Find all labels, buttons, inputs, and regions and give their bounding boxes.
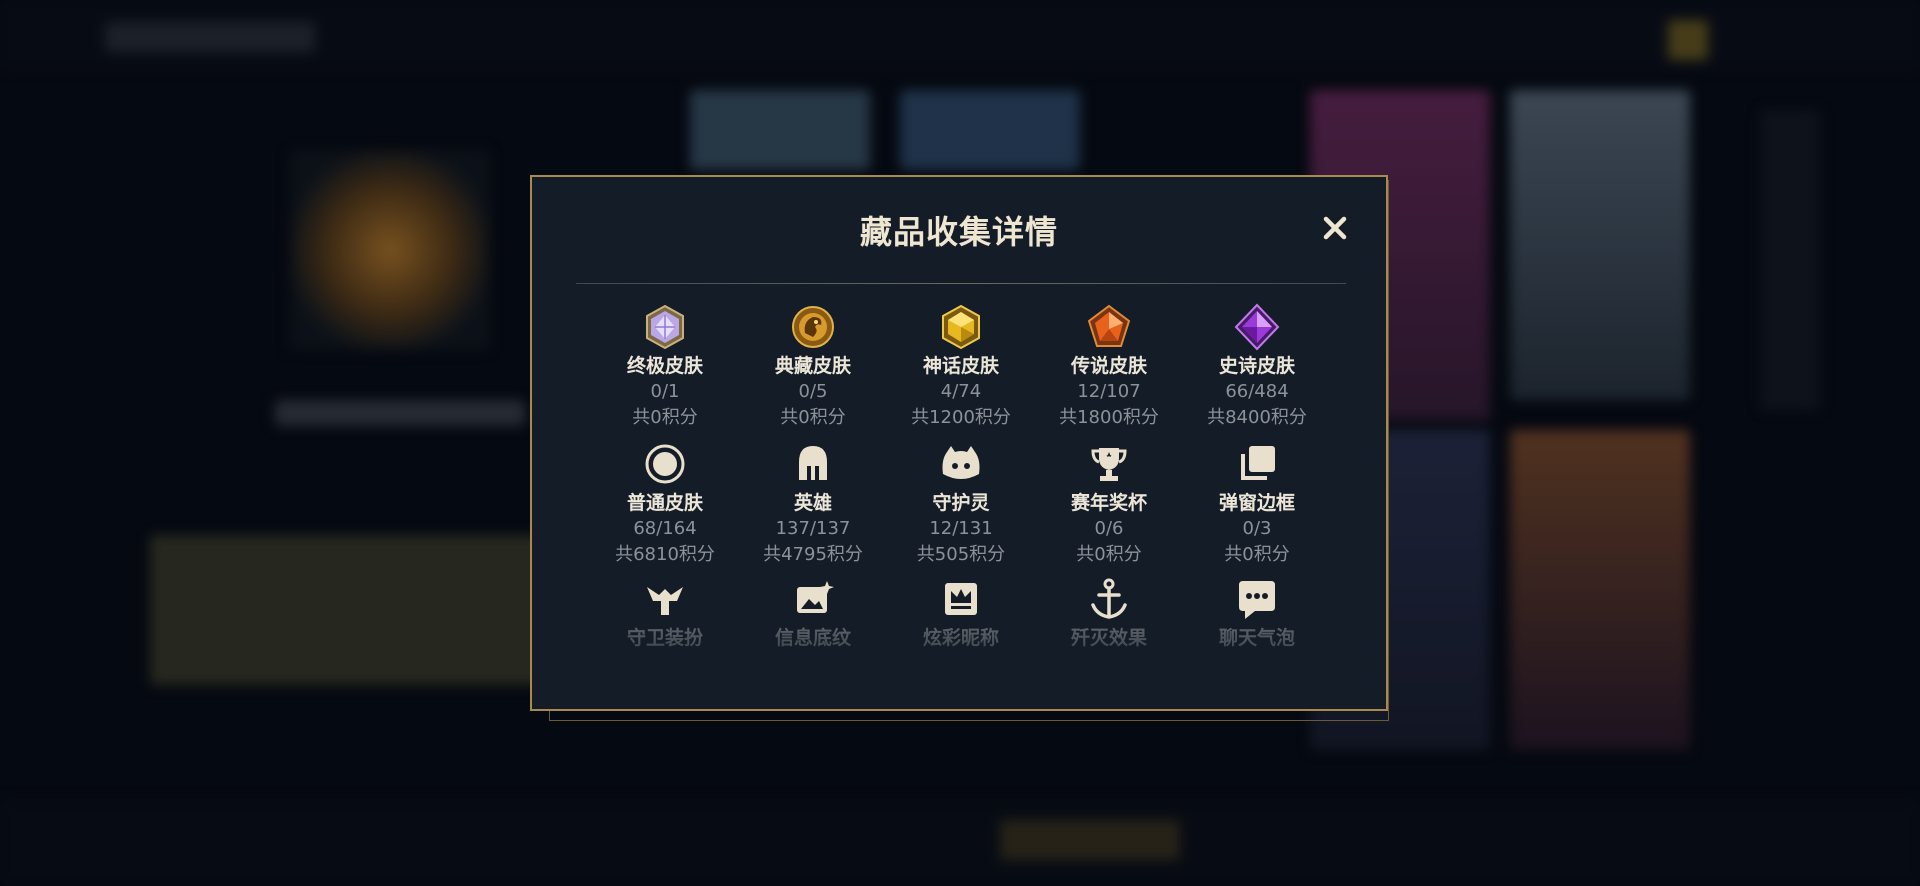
legendary-skin-icon [1085, 303, 1133, 351]
common-skin-icon [641, 440, 689, 488]
collection-item-ultimate[interactable]: 终极皮肤 0/1 共0积分 [591, 303, 739, 431]
collection-item-chat-bubble[interactable]: 聊天气泡 [1183, 575, 1331, 651]
item-label: 终极皮肤 [626, 355, 703, 377]
item-label: 守护灵 [932, 492, 990, 514]
item-label: 普通皮肤 [626, 492, 703, 514]
ultimate-skin-icon [641, 303, 689, 351]
nickname-crown-icon [937, 575, 985, 623]
champion-helmet-icon [789, 440, 837, 488]
item-label: 炫彩昵称 [922, 627, 999, 649]
close-button[interactable] [1318, 211, 1352, 245]
item-count: 4/74 [940, 381, 982, 402]
item-points: 共8400积分 [1207, 407, 1307, 428]
collection-grid: 终极皮肤 0/1 共0积分 典藏皮肤 0/5 共0积分 神话皮肤 4/74 共1… [591, 303, 1331, 703]
collection-item-nickname[interactable]: 炫彩昵称 [887, 575, 1035, 651]
item-label: 信息底纹 [774, 627, 851, 649]
collection-item-guardian[interactable]: 守护灵 12/131 共505积分 [887, 440, 1035, 568]
item-points: 共6810积分 [615, 544, 715, 565]
close-icon [1323, 216, 1347, 240]
item-label: 神话皮肤 [922, 355, 999, 377]
collection-details-modal: 藏品收集详情 终极皮肤 0/1 共0积分 典藏皮肤 0/5 共0积分 神话皮肤 … [530, 175, 1388, 711]
item-count: 66/484 [1225, 381, 1289, 402]
item-count: 12/131 [929, 518, 993, 539]
item-label: 传说皮肤 [1070, 355, 1147, 377]
item-points: 共0积分 [1076, 544, 1142, 565]
item-label: 史诗皮肤 [1218, 355, 1295, 377]
collection-item-mythic[interactable]: 神话皮肤 4/74 共1200积分 [887, 303, 1035, 431]
item-label: 英雄 [793, 492, 832, 514]
item-count: 0/1 [650, 381, 680, 402]
collection-item-info-card[interactable]: 信息底纹 [739, 575, 887, 651]
item-points: 共0积分 [1224, 544, 1290, 565]
item-label: 弹窗边框 [1218, 492, 1295, 514]
item-label: 赛年奖杯 [1070, 492, 1147, 514]
item-count: 0/3 [1242, 518, 1272, 539]
item-points: 共4795积分 [763, 544, 863, 565]
collection-item-epic[interactable]: 史诗皮肤 66/484 共8400积分 [1183, 303, 1331, 431]
collection-item-ace-effect[interactable]: 歼灭效果 [1035, 575, 1183, 651]
item-count: 68/164 [633, 518, 697, 539]
info-card-icon [789, 575, 837, 623]
collection-item-champion[interactable]: 英雄 137/137 共4795积分 [739, 440, 887, 568]
item-count: 0/5 [798, 381, 828, 402]
item-label: 聊天气泡 [1218, 627, 1295, 649]
item-points: 共1200积分 [911, 407, 1011, 428]
ward-skin-icon [641, 575, 689, 623]
title-divider [576, 283, 1346, 284]
item-count: 0/6 [1094, 518, 1124, 539]
collection-item-popup-frame[interactable]: 弹窗边框 0/3 共0积分 [1183, 440, 1331, 568]
item-points: 共0积分 [632, 407, 698, 428]
collection-item-legendary[interactable]: 传说皮肤 12/107 共1800积分 [1035, 303, 1183, 431]
item-label: 歼灭效果 [1070, 627, 1147, 649]
popup-frame-icon [1233, 440, 1281, 488]
collection-item-common[interactable]: 普通皮肤 68/164 共6810积分 [591, 440, 739, 568]
guardian-icon [937, 440, 985, 488]
mythic-skin-icon [937, 303, 985, 351]
item-points: 共505积分 [916, 544, 1006, 565]
collection-item-prestige[interactable]: 典藏皮肤 0/5 共0积分 [739, 303, 887, 431]
item-count: 12/107 [1077, 381, 1141, 402]
prestige-skin-icon [789, 303, 837, 351]
collection-item-ward-skin[interactable]: 守卫装扮 [591, 575, 739, 651]
item-label: 守卫装扮 [626, 627, 703, 649]
item-count: 137/137 [775, 518, 851, 539]
chat-bubble-icon [1233, 575, 1281, 623]
item-label: 典藏皮肤 [774, 355, 851, 377]
item-points: 共0积分 [780, 407, 846, 428]
collection-item-trophy[interactable]: 赛年奖杯 0/6 共0积分 [1035, 440, 1183, 568]
epic-skin-icon [1233, 303, 1281, 351]
ace-effect-icon [1085, 575, 1133, 623]
modal-title: 藏品收集详情 [859, 213, 1058, 251]
item-points: 共1800积分 [1059, 407, 1159, 428]
trophy-icon [1085, 440, 1133, 488]
